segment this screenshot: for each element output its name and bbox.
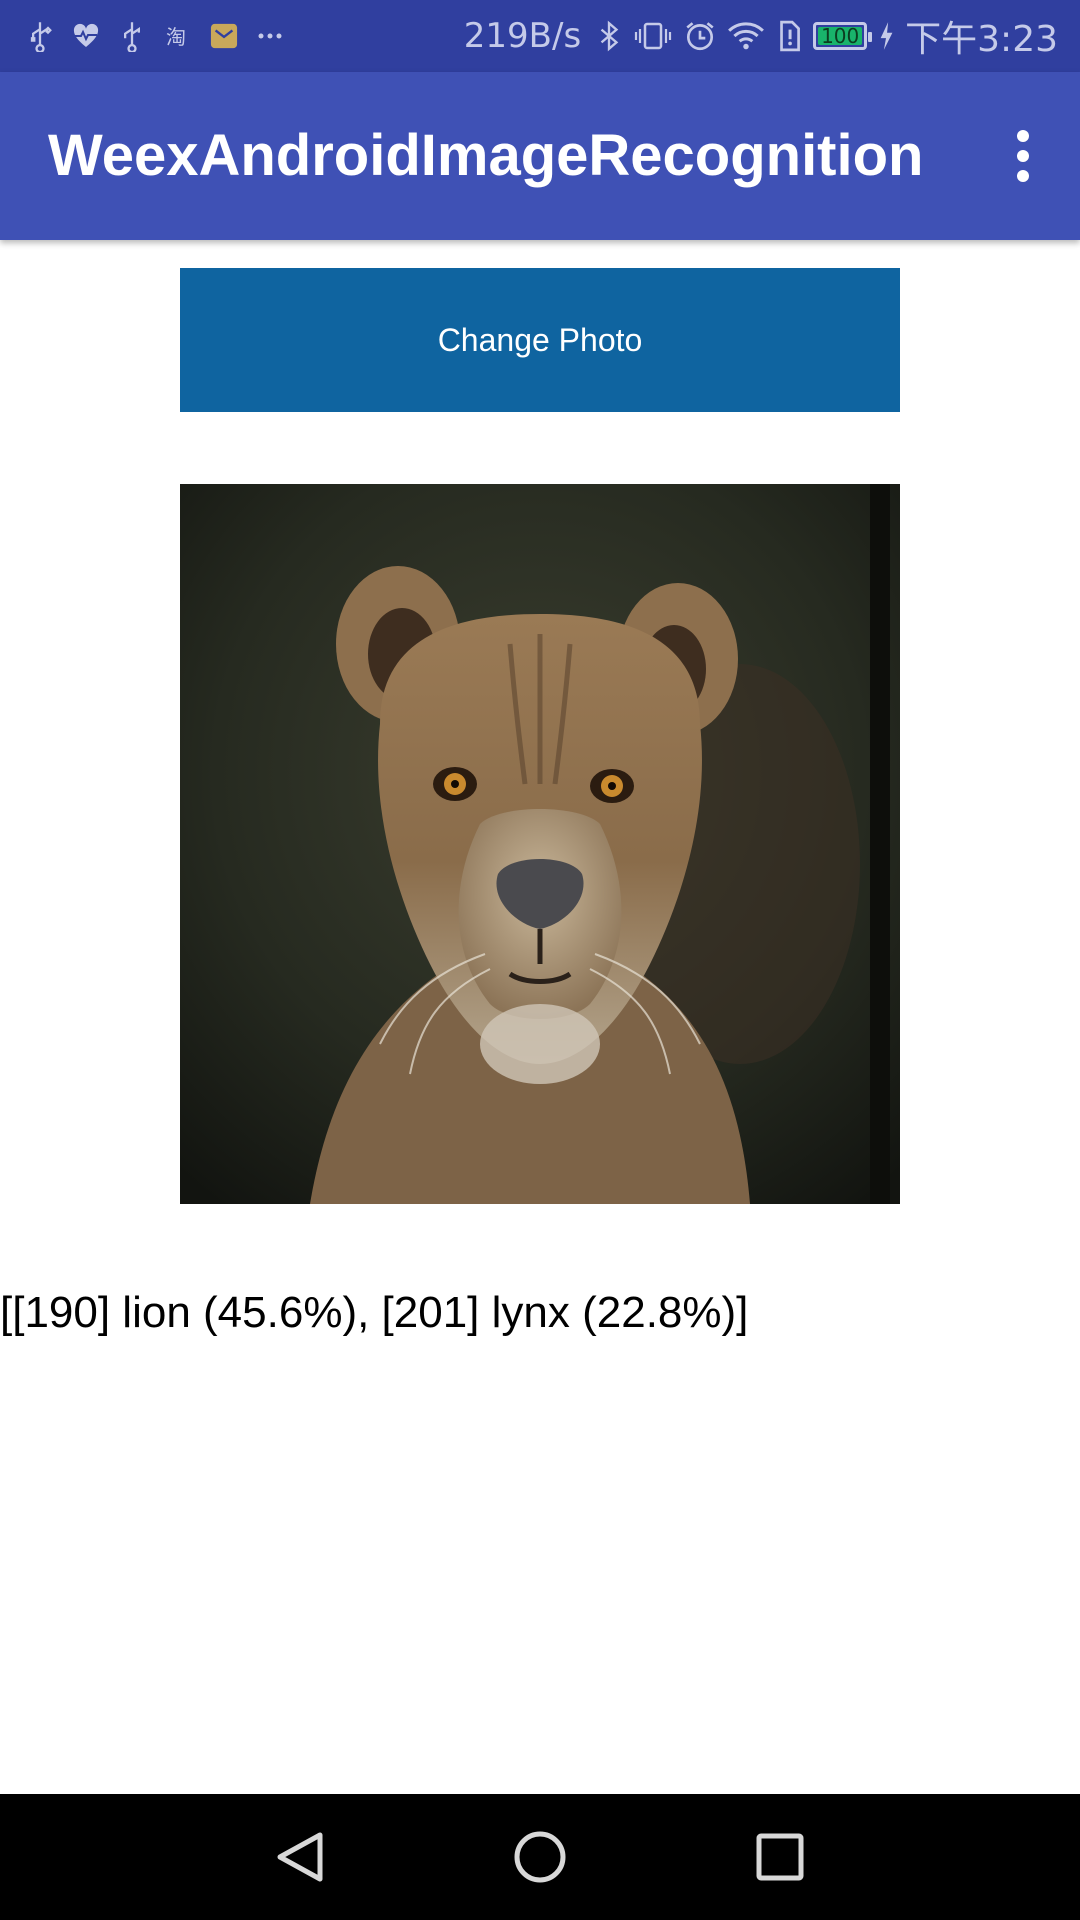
more-dots-icon xyxy=(256,20,284,52)
sim-alert-icon xyxy=(775,20,803,52)
app-title: WeexAndroidImageRecognition xyxy=(48,123,924,188)
back-icon[interactable] xyxy=(250,1807,350,1907)
svg-text:淘: 淘 xyxy=(166,25,186,49)
alarm-icon xyxy=(683,20,717,52)
usb-icon xyxy=(118,20,146,52)
charging-bolt-icon xyxy=(877,20,895,52)
change-photo-button[interactable]: Change Photo xyxy=(180,268,900,412)
usb-icon xyxy=(26,20,54,52)
status-notification-icons: 淘 xyxy=(26,0,284,72)
bluetooth-icon xyxy=(595,20,623,52)
taobao-icon: 淘 xyxy=(164,20,192,52)
battery-indicator: 100 xyxy=(813,22,873,50)
menu-dot xyxy=(1017,170,1029,182)
recents-icon[interactable] xyxy=(730,1807,830,1907)
home-icon[interactable] xyxy=(490,1807,590,1907)
menu-dot xyxy=(1017,130,1029,142)
heart-pulse-icon xyxy=(72,20,100,52)
recognized-photo xyxy=(180,484,900,1204)
status-bar: 淘 219B/s 100 下午3:23 xyxy=(0,0,1080,72)
net-speed: 219B/s xyxy=(463,16,582,56)
mail-icon xyxy=(210,20,238,52)
wifi-icon xyxy=(727,20,765,52)
status-clock: 下午3:23 xyxy=(905,19,1058,60)
battery-level-label: 100 xyxy=(821,24,860,48)
recognition-result: [[190] lion (45.6%), [201] lynx (22.8%)] xyxy=(0,1288,749,1337)
menu-dot xyxy=(1017,150,1029,162)
vibrate-icon xyxy=(633,20,673,52)
app-bar: WeexAndroidImageRecognition xyxy=(0,72,1080,240)
lioness-image xyxy=(180,484,900,1204)
navigation-bar xyxy=(0,1794,1080,1920)
more-vert-icon[interactable] xyxy=(990,122,1056,190)
status-system-icons: 219B/s 100 下午3:23 xyxy=(464,0,1058,72)
